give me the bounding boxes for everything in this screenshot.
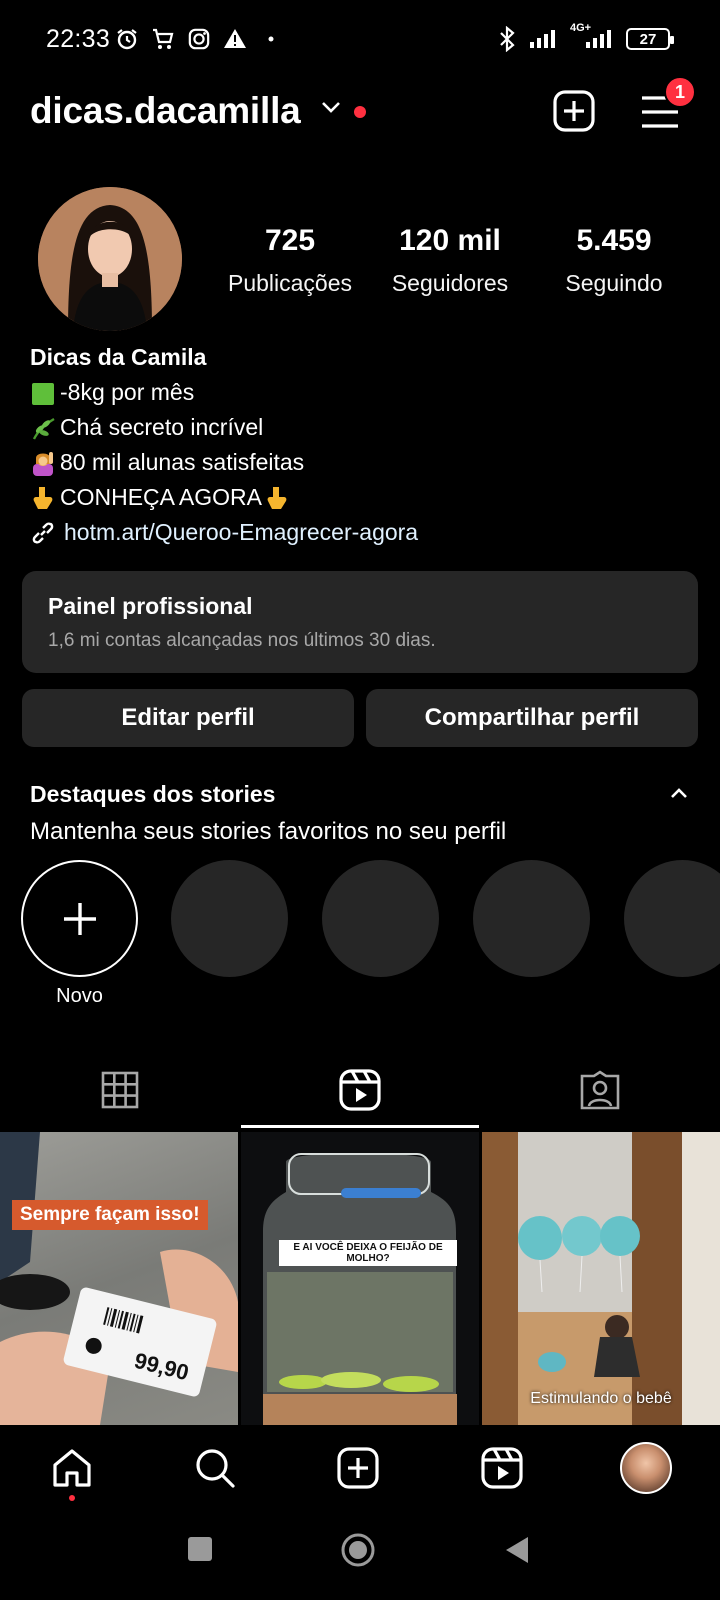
reel-image: [0, 1132, 238, 1425]
chevron-down-icon[interactable]: [320, 100, 342, 119]
home-unread-dot: [69, 1495, 75, 1501]
nav-profile[interactable]: [606, 1425, 686, 1510]
highlights-title: Destaques dos stories: [30, 781, 276, 807]
pointing-down-icon: [30, 485, 56, 511]
bio-line: -8kg por mês: [30, 375, 418, 410]
status-system-icons: 4G+ 27: [494, 22, 674, 52]
reel-overlay-text: E AI VOCÊ DEIXA O FEIJÃO DE MOLHO?: [279, 1240, 457, 1266]
home-icon: [53, 1448, 91, 1487]
nav-reels[interactable]: [462, 1425, 542, 1510]
highlight-placeholder: [322, 860, 439, 977]
green-square-icon: [30, 380, 56, 406]
signal-4g-icon: 4G+: [570, 22, 618, 52]
dashboard-subtitle: 1,6 mi contas alcançadas nos últimos 30 …: [48, 630, 436, 651]
bio-line: CONHEÇA AGORA: [30, 480, 418, 515]
link-icon: [30, 520, 56, 546]
profile-header: dicas.dacamilla 1: [0, 76, 720, 142]
avatar-image: [38, 187, 182, 331]
unread-dot: [354, 106, 366, 118]
reel-thumbnail[interactable]: Sempre façam isso! 99,90: [0, 1132, 238, 1425]
create-post-icon[interactable]: [553, 90, 595, 137]
new-highlight-label: Novo: [56, 985, 103, 1007]
woman-raising-hand-icon: [30, 450, 56, 476]
bio-link-text[interactable]: hotm.art/Queroo-Emagrecer-agora: [64, 515, 418, 550]
more-notifications-dot: [258, 26, 284, 52]
battery-level: 27: [639, 30, 657, 48]
network-label: 4G+: [570, 22, 592, 34]
profile-stats: 725 Publicações 120 mil Seguidores 5.459…: [220, 224, 700, 304]
warning-icon: [222, 26, 248, 52]
bio-link[interactable]: hotm.art/Queroo-Emagrecer-agora: [30, 515, 418, 550]
plus-icon: [63, 902, 96, 935]
bio-text: Chá secreto incrível: [60, 414, 264, 440]
new-highlight-button[interactable]: [21, 860, 138, 977]
battery-indicator: 27: [626, 28, 674, 50]
back-icon[interactable]: [504, 1535, 530, 1570]
tagged-icon: [580, 1070, 620, 1110]
professional-dashboard-card[interactable]: Painel profissional 1,6 mi contas alcanç…: [22, 571, 698, 673]
system-navigation-bar: [0, 1510, 720, 1600]
signal-icon: [528, 26, 562, 52]
bio-line: Chá secreto incrível: [30, 410, 418, 445]
instagram-icon: [186, 26, 212, 52]
tab-reels[interactable]: [240, 1050, 480, 1130]
highlight-placeholder: [171, 860, 288, 977]
stat-value: 5.459: [576, 224, 652, 257]
reel-image: [482, 1132, 720, 1425]
grid-icon: [101, 1071, 139, 1109]
stat-value: 120 mil: [399, 224, 501, 257]
highlight-placeholder: [624, 860, 720, 977]
stat-label: Seguindo: [565, 270, 663, 296]
edit-profile-button[interactable]: Editar perfil: [22, 689, 354, 747]
bio-text: CONHEÇA AGORA: [60, 484, 262, 510]
stat-label: Publicações: [227, 270, 353, 296]
herb-icon: [30, 415, 56, 441]
chevron-up-icon[interactable]: [668, 786, 690, 805]
bio-text: 80 mil alunas satisfeitas: [60, 449, 305, 475]
reel-overlay-text: Sempre façam isso!: [12, 1200, 208, 1230]
status-time: 22:33: [46, 25, 111, 53]
alarm-icon: [114, 26, 140, 52]
reels-icon: [481, 1446, 523, 1489]
share-profile-button[interactable]: Compartilhar perfil: [366, 689, 698, 747]
tab-grid[interactable]: [0, 1050, 240, 1130]
profile-avatar[interactable]: [38, 187, 182, 331]
account-switcher-username[interactable]: dicas.dacamilla: [30, 90, 301, 132]
nav-search[interactable]: [175, 1425, 255, 1510]
bio-text: -8kg por mês: [60, 379, 195, 405]
dashboard-title: Painel profissional: [48, 593, 253, 619]
reel-thumbnail[interactable]: Estimulando o bebê: [482, 1132, 720, 1425]
profile-content-tabs: [0, 1050, 720, 1130]
bio-line: 80 mil alunas satisfeitas: [30, 445, 418, 480]
highlights-subtitle: Mantenha seus stories favoritos no seu p…: [30, 818, 507, 845]
shopping-cart-icon: [150, 26, 176, 52]
stat-value: 725: [264, 224, 316, 257]
bluetooth-icon: [494, 26, 520, 52]
highlight-placeholder: [473, 860, 590, 977]
status-notification-icons: [114, 26, 284, 52]
stat-posts[interactable]: 725 Publicações: [220, 224, 360, 297]
reel-overlay-text: Estimulando o bebê: [530, 1390, 672, 1407]
status-bar: 22:33 4G+ 27: [0, 0, 720, 80]
active-tab-indicator: [241, 1125, 479, 1128]
reels-icon: [339, 1069, 381, 1111]
home-button-icon[interactable]: [340, 1532, 376, 1573]
tab-tagged[interactable]: [480, 1050, 720, 1130]
reels-grid: Sempre façam isso! 99,90 E AI VOCÊ DEIXA…: [0, 1132, 720, 1425]
reel-image: [241, 1132, 479, 1425]
profile-name: Dicas da Camila: [30, 344, 207, 370]
stat-following[interactable]: 5.459 Seguindo: [544, 224, 684, 297]
recent-apps-icon[interactable]: [186, 1535, 214, 1568]
create-icon: [337, 1446, 379, 1489]
stat-followers[interactable]: 120 mil Seguidores: [380, 224, 520, 297]
bottom-navigation: [0, 1425, 720, 1510]
profile-bio: Dicas da Camila -8kg por mês Chá secreto…: [30, 340, 418, 550]
reel-thumbnail[interactable]: E AI VOCÊ DEIXA O FEIJÃO DE MOLHO?: [241, 1132, 479, 1425]
profile-avatar-small: [620, 1441, 672, 1494]
nav-create[interactable]: [318, 1425, 398, 1510]
pointing-down-icon: [264, 485, 290, 511]
stat-label: Seguidores: [391, 270, 509, 296]
search-icon: [196, 1448, 235, 1488]
menu-notification-badge: 1: [664, 76, 696, 108]
